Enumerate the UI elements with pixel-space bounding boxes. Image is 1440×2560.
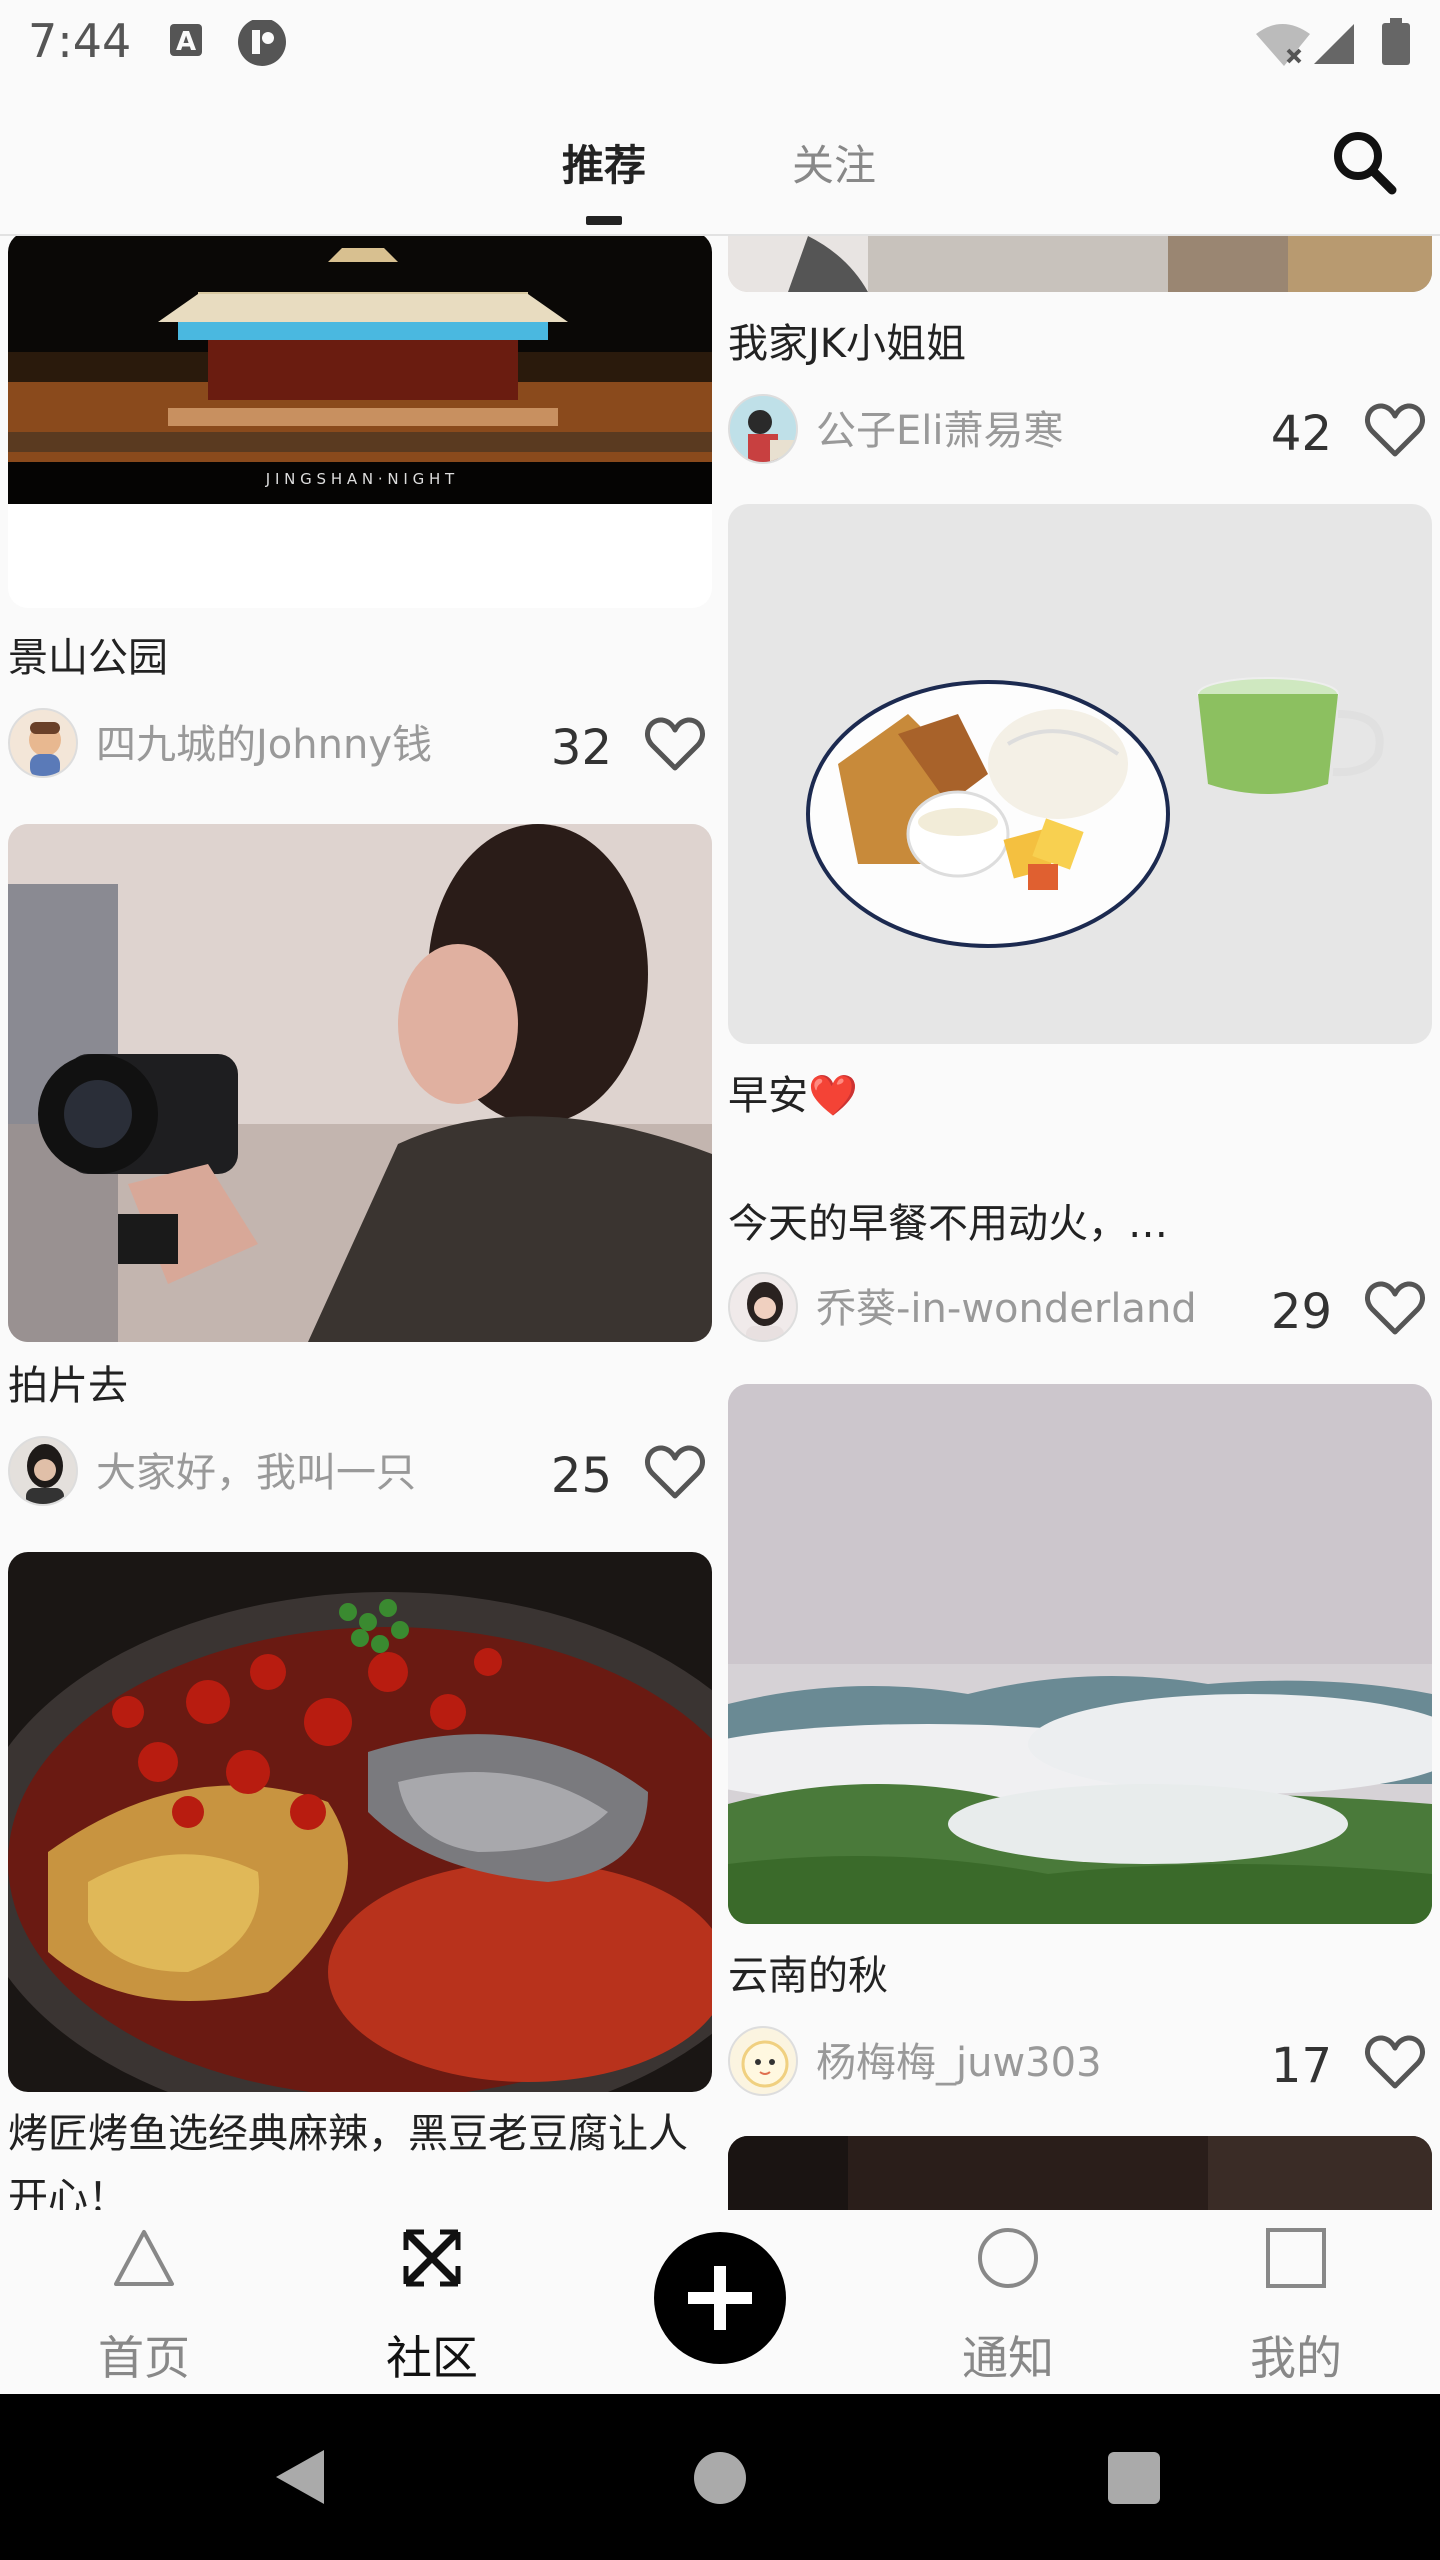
grilled-fish-photo: [8, 1552, 712, 2092]
feed-grid[interactable]: J I N G S H A N · N I G H T 景山公园 四九城的Joh…: [0, 236, 1440, 2210]
system-navigation-bar: [0, 2394, 1440, 2560]
a-icon: A: [170, 24, 202, 57]
post-title[interactable]: 云南的秋: [728, 1944, 1432, 2008]
feed-card[interactable]: J I N G S H A N · N I G H T 景山公园 四九城的Joh…: [8, 236, 712, 792]
heart-icon[interactable]: [1364, 2034, 1426, 2090]
like-count: 17: [1270, 2038, 1332, 2094]
nav-community-label: 社区: [386, 2331, 478, 2385]
nav-home-label: 首页: [98, 2331, 190, 2385]
nav-notifications-label: 通知: [962, 2331, 1054, 2385]
post-author-row: 四九城的Johnny钱 32: [8, 708, 712, 780]
post-title[interactable]: 拍片去: [8, 1354, 712, 1418]
nav-community[interactable]: 社区: [332, 2210, 532, 2394]
plus-icon: [688, 2266, 752, 2330]
post-image[interactable]: [8, 824, 712, 1342]
status-time: 7:44: [28, 14, 132, 68]
nav-profile-label: 我的: [1250, 2331, 1342, 2385]
feed-card[interactable]: 烤匠烤鱼选经典麻辣，黑豆老豆腐让人开心！: [8, 1552, 712, 2210]
status-bar: 7:44 A: [0, 0, 1440, 84]
post-author-row: 乔葵-in-wonderland 29: [728, 1272, 1432, 1344]
back-icon[interactable]: [272, 2446, 328, 2508]
post-author-row: 公子Eli萧易寒 42: [728, 394, 1432, 466]
post-image[interactable]: [8, 1552, 712, 2092]
author-name[interactable]: 四九城的Johnny钱: [96, 712, 432, 770]
post-title[interactable]: 早安❤️: [728, 1064, 1432, 1128]
post-title[interactable]: 烤匠烤鱼选经典麻辣，黑豆老豆腐让人开心！: [8, 2102, 712, 2210]
post-image[interactable]: [728, 1384, 1432, 1924]
jingshan-night-photo: J I N G S H A N · N I G H T: [8, 236, 712, 504]
tab-following[interactable]: 关注: [792, 132, 876, 193]
post-image[interactable]: J I N G S H A N · N I G H T: [8, 236, 712, 608]
avatar[interactable]: [728, 394, 798, 464]
add-post-button[interactable]: [654, 2232, 786, 2364]
app-circle-icon: [238, 20, 286, 66]
active-tab-indicator: [586, 216, 622, 225]
like-count: 42: [1270, 406, 1332, 462]
post-author-row: 杨梅梅_juw303 17: [728, 2026, 1432, 2098]
signal-icon: [1314, 24, 1354, 64]
tab-recommend[interactable]: 推荐: [562, 132, 646, 193]
woman-with-camera-photo: [8, 824, 712, 1342]
post-title[interactable]: 我家JK小姐姐: [728, 312, 1432, 376]
svg-text:A: A: [176, 27, 196, 57]
author-name[interactable]: 公子Eli萧易寒: [816, 398, 1064, 456]
jk-photo: [728, 236, 1432, 292]
nav-profile[interactable]: 我的: [1196, 2210, 1396, 2394]
breakfast-photo: [728, 504, 1432, 1044]
feed-card[interactable]: 我家JK小姐姐 公子Eli萧易寒 42: [728, 236, 1432, 472]
heart-icon[interactable]: [644, 1444, 706, 1500]
nav-notifications[interactable]: 通知: [908, 2210, 1108, 2394]
feed-card[interactable]: 云南的秋 杨梅梅_juw303 17: [728, 1384, 1432, 2096]
circle-icon: [978, 2228, 1038, 2288]
avatar[interactable]: [728, 1272, 798, 1342]
post-author-row: 大家好，我叫一只 25: [8, 1436, 712, 1508]
like-count: 29: [1270, 1284, 1332, 1340]
feed-card[interactable]: 早安❤️ 今天的早餐不用动火，… 乔葵-in-wonderland 29: [728, 504, 1432, 1374]
jingshan-caption: J I N G S H A N · N I G H T: [265, 470, 455, 488]
like-count: 25: [550, 1448, 612, 1504]
square-icon: [1266, 2228, 1326, 2288]
post-title-line2[interactable]: 今天的早餐不用动火，…: [728, 1192, 1432, 1256]
feed-card[interactable]: [728, 2136, 1432, 2210]
author-name[interactable]: 大家好，我叫一只: [96, 1440, 416, 1498]
home-icon[interactable]: [692, 2450, 748, 2506]
author-name[interactable]: 乔葵-in-wonderland: [816, 1276, 1197, 1334]
wifi-off-icon: [1256, 24, 1310, 66]
cross-grid-icon: [403, 2229, 461, 2287]
heart-icon[interactable]: [1364, 402, 1426, 458]
like-count: 32: [550, 720, 612, 776]
top-tab-bar: 推荐 关注: [0, 84, 1440, 236]
avatar[interactable]: [8, 1436, 78, 1506]
post-image[interactable]: [728, 2136, 1432, 2210]
author-name[interactable]: 杨梅梅_juw303: [816, 2030, 1102, 2088]
heart-icon[interactable]: [1364, 1280, 1426, 1336]
nav-home[interactable]: 首页: [44, 2210, 244, 2394]
triangle-icon: [114, 2230, 174, 2286]
post-image[interactable]: [728, 504, 1432, 1044]
next-post-photo: [728, 2136, 1432, 2210]
recents-icon[interactable]: [1106, 2450, 1162, 2506]
yunnan-clouds-photo: [728, 1384, 1432, 1924]
battery-icon: [1382, 18, 1410, 65]
avatar[interactable]: [8, 708, 78, 778]
post-title[interactable]: 景山公园: [8, 626, 712, 690]
search-icon[interactable]: [1330, 128, 1400, 198]
post-image[interactable]: [728, 236, 1432, 292]
feed-card[interactable]: 拍片去 大家好，我叫一只 25: [8, 824, 712, 1524]
avatar[interactable]: [728, 2026, 798, 2096]
heart-icon[interactable]: [644, 716, 706, 772]
